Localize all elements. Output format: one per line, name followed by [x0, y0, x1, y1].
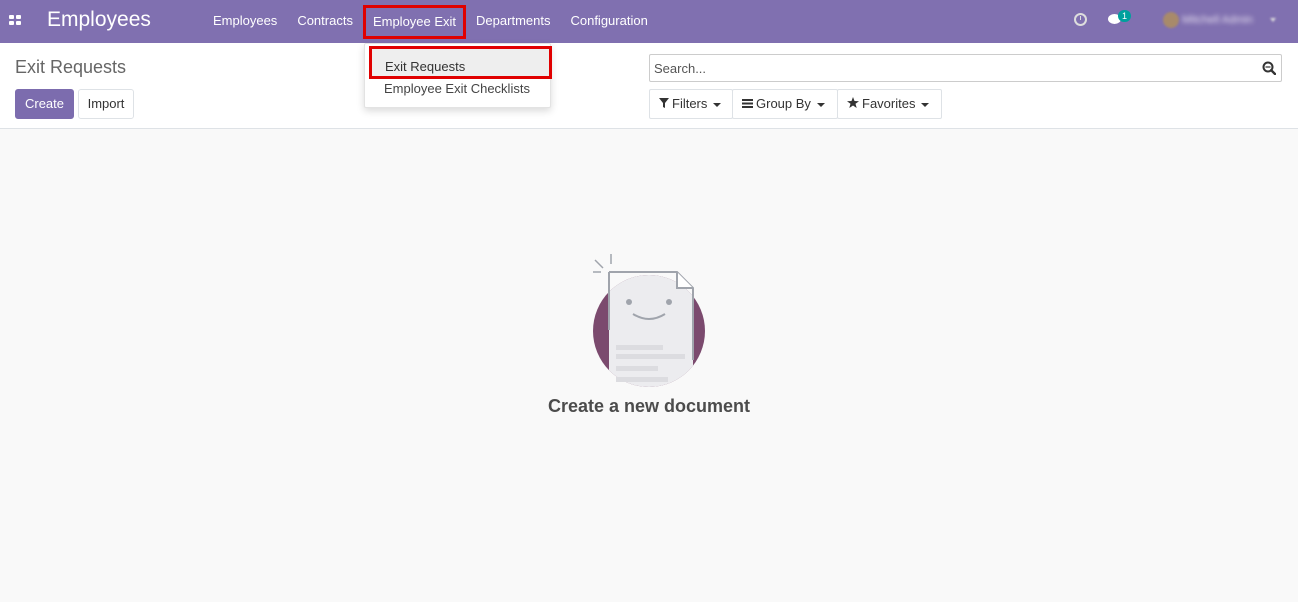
- menu-item-contracts[interactable]: Contracts: [287, 0, 363, 43]
- empty-document-illustration: [593, 254, 705, 387]
- employee-exit-dropdown: Exit Requests Employee Exit Checklists: [364, 43, 552, 108]
- main-menu: Employees Contracts Employee Exit Depart…: [203, 0, 658, 43]
- filters-button[interactable]: Filters: [649, 89, 733, 119]
- create-button[interactable]: Create: [15, 89, 74, 119]
- favorites-button[interactable]: Favorites: [837, 89, 942, 119]
- top-navbar: Employees Employees Contracts Employee E…: [0, 0, 1298, 43]
- group-by-button[interactable]: Group By: [732, 89, 838, 119]
- star-icon: [847, 90, 859, 118]
- app-title: Employees: [47, 8, 151, 31]
- control-panel: Exit Requests Create Import Filters Grou…: [0, 43, 1298, 129]
- caret-down-icon: [816, 102, 825, 107]
- activity-clock-icon[interactable]: [1074, 13, 1087, 26]
- user-avatar[interactable]: [1163, 12, 1179, 28]
- menu-item-departments[interactable]: Departments: [466, 0, 560, 43]
- user-menu-caret-icon[interactable]: [1270, 18, 1276, 22]
- dropdown-item-exit-checklists[interactable]: Employee Exit Checklists: [365, 80, 550, 102]
- filter-icon: [659, 90, 669, 118]
- empty-state-title: Create a new document: [547, 396, 751, 416]
- caret-down-icon: [921, 102, 930, 107]
- favorites-label: Favorites: [862, 96, 916, 111]
- bars-icon: [742, 90, 753, 118]
- user-name[interactable]: Mitchell Admin: [1182, 14, 1262, 26]
- menu-item-employee-exit[interactable]: Employee Exit: [362, 4, 467, 39]
- dropdown-item-exit-requests[interactable]: Exit Requests: [369, 46, 552, 79]
- apps-menu-icon[interactable]: [9, 15, 21, 25]
- caret-down-icon: [713, 102, 722, 107]
- group-by-label: Group By: [756, 96, 811, 111]
- menu-item-employees[interactable]: Employees: [203, 0, 287, 43]
- chat-badge: 1: [1118, 10, 1132, 22]
- search-icon[interactable]: [1262, 61, 1276, 75]
- search-box: [649, 54, 1282, 82]
- import-button[interactable]: Import: [78, 89, 134, 119]
- search-input[interactable]: [654, 58, 1244, 78]
- filters-label: Filters: [672, 96, 708, 111]
- breadcrumb: Exit Requests: [15, 57, 127, 77]
- menu-item-configuration[interactable]: Configuration: [560, 0, 657, 43]
